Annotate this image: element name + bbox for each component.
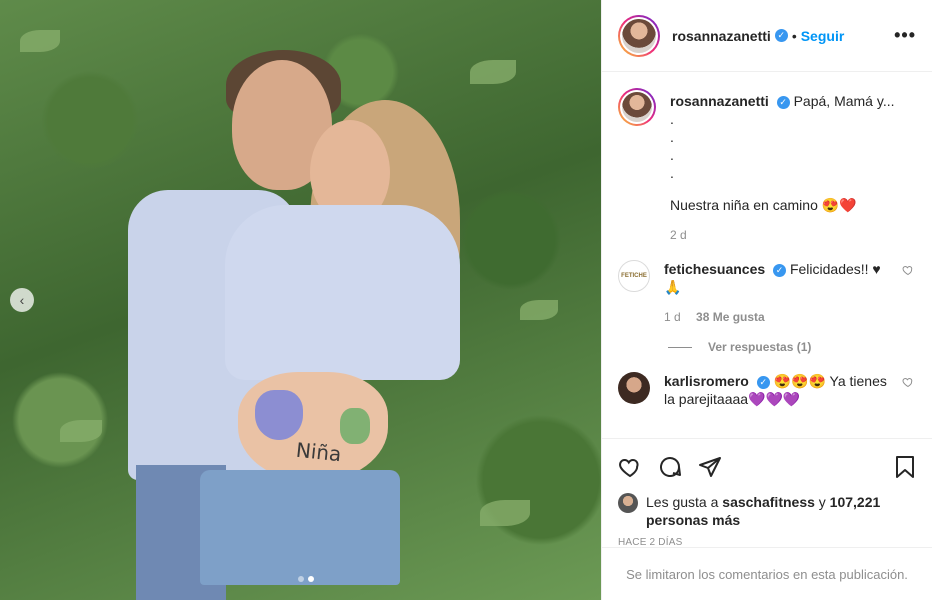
woman-figure [225,205,460,380]
likes-prefix: Les gusta a [646,494,719,510]
more-options-icon[interactable]: ••• [894,25,916,46]
caption-line: . [670,111,674,127]
caption-line: . [670,147,674,163]
share-icon[interactable] [698,447,738,487]
verified-icon: ✓ [756,375,770,389]
comments-limited-notice: Se limitaron los comentarios en esta pub… [602,547,932,600]
comments-list[interactable]: rosannazanetti ✓ Papá, Mamá y... . . . .… [602,72,932,438]
comment-icon[interactable] [658,447,698,487]
liker-username[interactable]: saschafitness [722,494,815,510]
comment-item: FETICHE fetichesuances ✓ Felicidades!! ♥… [618,260,916,326]
bookmark-icon[interactable] [876,447,916,487]
liker-avatar[interactable] [618,493,638,513]
caption-line: Papá, Mamá y... [793,93,895,109]
carousel-dot-active [308,576,314,582]
view-replies-button[interactable]: Ver respuestas (1) [668,340,916,354]
woman-shorts [200,470,400,585]
carousel-indicator [298,576,314,582]
likes-summary: Les gusta a saschafitness y 107,221 pers… [618,493,916,529]
caption-line: Nuestra niña en camino 😍❤️ [670,197,857,213]
comment-username[interactable]: fetichesuances [664,261,765,277]
comment-age[interactable]: 1 d [664,310,681,324]
post-header: rosannazanetti ✓ • Seguir ••• [602,0,932,72]
comment-likes[interactable]: 38 Me gusta [696,310,765,324]
post-sidebar: rosannazanetti ✓ • Seguir ••• rosannazan… [601,0,932,600]
comment-like-icon[interactable] [900,376,916,408]
caption-line: . [670,129,674,145]
chevron-left-icon: ‹ [19,292,25,308]
foliage [60,420,102,442]
foliage [20,30,60,52]
comment-like-icon[interactable] [900,264,916,326]
author-username[interactable]: rosannazanetti [672,28,771,44]
comment-username[interactable]: karlisromero [664,373,749,389]
carousel-prev-button[interactable]: ‹ [10,288,34,312]
foliage [520,300,558,320]
verified-icon: ✓ [774,29,788,42]
comment-item: karlisromero ✓ 😍😍😍 Ya tienes la parejita… [618,372,916,408]
comment-avatar[interactable] [618,372,650,404]
author-avatar[interactable] [618,14,660,57]
foliage [470,60,516,84]
caption: rosannazanetti ✓ Papá, Mamá y... . . . .… [618,88,916,244]
caption-age[interactable]: 2 d [670,226,916,244]
foliage [480,500,530,526]
caption-line: . [670,165,674,181]
follow-button[interactable]: Seguir [801,28,845,44]
blue-handprint [255,390,303,440]
heart-icon[interactable] [618,447,658,487]
verified-icon: ✓ [773,263,787,277]
belly-text: Niña [294,437,343,467]
post-photo[interactable]: Niña ‹ [0,0,601,600]
carousel-dot [298,576,304,582]
green-handprint [340,408,370,444]
caption-avatar[interactable] [618,88,656,126]
likes-connector: y [818,494,826,510]
comment-avatar[interactable]: FETICHE [618,260,650,292]
post-actions: Les gusta a saschafitness y 107,221 pers… [602,438,932,548]
separator-dot: • [791,27,797,44]
caption-username[interactable]: rosannazanetti [670,93,769,109]
verified-icon: ✓ [776,95,790,109]
